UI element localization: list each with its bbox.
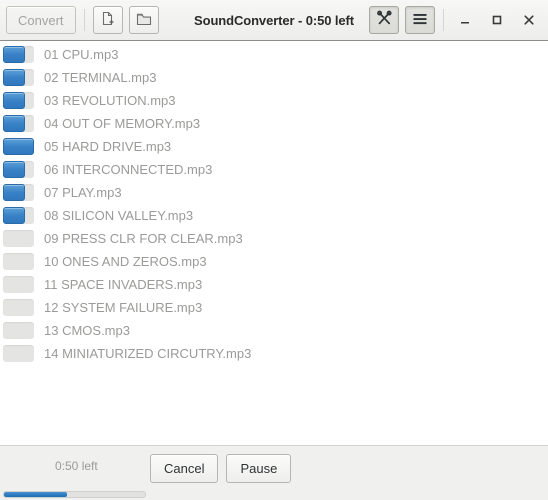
add-file-button[interactable] xyxy=(92,6,123,34)
table-row[interactable]: 12 SYSTEM FAILURE.mp3 xyxy=(0,296,548,319)
cancel-button[interactable]: Cancel xyxy=(150,454,219,483)
main-menu-button[interactable] xyxy=(405,6,435,34)
row-progress-trough xyxy=(3,253,34,270)
file-name-label: 12 SYSTEM FAILURE.mp3 xyxy=(44,300,203,315)
close-icon xyxy=(522,13,536,27)
row-progress-bar xyxy=(3,115,34,132)
row-progress-fill xyxy=(3,161,25,178)
row-progress-bar xyxy=(3,138,34,155)
table-row[interactable]: 14 MINIATURIZED CIRCUTRY.mp3 xyxy=(0,342,548,365)
maximize-button[interactable] xyxy=(484,7,510,33)
row-progress-bar xyxy=(3,345,34,362)
header-right-actions xyxy=(369,6,542,34)
file-name-label: 10 ONES AND ZEROS.mp3 xyxy=(44,254,207,269)
overall-progress-fill xyxy=(4,492,68,497)
row-progress-trough xyxy=(3,230,34,247)
table-row[interactable]: 08 SILICON VALLEY.mp3 xyxy=(0,204,548,227)
row-progress-fill xyxy=(3,207,25,224)
file-name-label: 11 SPACE INVADERS.mp3 xyxy=(44,277,203,292)
row-progress-trough xyxy=(3,299,34,316)
table-row[interactable]: 11 SPACE INVADERS.mp3 xyxy=(0,273,548,296)
file-name-label: 03 REVOLUTION.mp3 xyxy=(44,93,176,108)
row-progress-bar xyxy=(3,299,34,316)
row-progress-fill xyxy=(3,46,25,63)
overall-progress-area xyxy=(0,489,548,500)
status-bar: 0:50 left Cancel Pause xyxy=(0,445,548,489)
file-name-label: 05 HARD DRIVE.mp3 xyxy=(44,139,172,154)
row-progress-trough xyxy=(3,322,34,339)
row-progress-fill xyxy=(3,69,25,86)
file-name-label: 09 PRESS CLR FOR CLEAR.mp3 xyxy=(44,231,243,246)
maximize-icon xyxy=(490,13,504,27)
overall-progress-bar xyxy=(3,491,146,498)
close-button[interactable] xyxy=(516,7,542,33)
row-progress-bar xyxy=(3,276,34,293)
file-name-label: 13 CMOS.mp3 xyxy=(44,323,130,338)
soundconverter-window: Convert SoundConverter - 0:50 left 01 CP… xyxy=(0,0,548,500)
folder-icon xyxy=(135,10,153,30)
file-name-label: 07 PLAY.mp3 xyxy=(44,185,122,200)
minimize-button[interactable] xyxy=(452,7,478,33)
row-progress-bar xyxy=(3,253,34,270)
file-name-label: 06 INTERCONNECTED.mp3 xyxy=(44,162,213,177)
hamburger-menu-icon xyxy=(412,12,428,29)
row-progress-trough xyxy=(3,345,34,362)
document-plus-icon xyxy=(99,10,116,30)
row-progress-bar xyxy=(3,92,34,109)
eta-label: 0:50 left xyxy=(55,459,98,473)
row-progress-bar xyxy=(3,230,34,247)
table-row[interactable]: 05 HARD DRIVE.mp3 xyxy=(0,135,548,158)
table-row[interactable]: 04 OUT OF MEMORY.mp3 xyxy=(0,112,548,135)
row-progress-fill xyxy=(3,138,34,155)
file-list: 01 CPU.mp3 02 TERMINAL.mp3 03 REVOLUTION.m… xyxy=(0,41,548,365)
minimize-icon xyxy=(458,13,472,27)
toolbar-divider xyxy=(83,9,85,31)
file-name-label: 01 CPU.mp3 xyxy=(44,47,119,62)
row-progress-fill xyxy=(3,184,25,201)
add-folder-button[interactable] xyxy=(128,6,159,34)
row-progress-bar xyxy=(3,69,34,86)
table-row[interactable]: 13 CMOS.mp3 xyxy=(0,319,548,342)
row-progress-bar xyxy=(3,207,34,224)
row-progress-bar xyxy=(3,161,34,178)
row-progress-fill xyxy=(3,92,25,109)
preferences-button[interactable] xyxy=(369,6,399,34)
pause-button[interactable]: Pause xyxy=(226,454,292,483)
table-row[interactable]: 06 INTERCONNECTED.mp3 xyxy=(0,158,548,181)
window-controls-divider xyxy=(443,9,444,31)
file-name-label: 02 TERMINAL.mp3 xyxy=(44,70,157,85)
header-bar: Convert SoundConverter - 0:50 left xyxy=(0,0,548,41)
convert-button[interactable]: Convert xyxy=(6,6,76,34)
file-name-label: 14 MINIATURIZED CIRCUTRY.mp3 xyxy=(44,346,252,361)
row-progress-bar xyxy=(3,184,34,201)
row-progress-bar xyxy=(3,46,34,63)
row-progress-fill xyxy=(3,115,25,132)
file-list-area[interactable]: 01 CPU.mp3 02 TERMINAL.mp3 03 REVOLUTION.m… xyxy=(0,41,548,445)
table-row[interactable]: 10 ONES AND ZEROS.mp3 xyxy=(0,250,548,273)
table-row[interactable]: 07 PLAY.mp3 xyxy=(0,181,548,204)
file-name-label: 08 SILICON VALLEY.mp3 xyxy=(44,208,194,223)
row-progress-trough xyxy=(3,276,34,293)
file-name-label: 04 OUT OF MEMORY.mp3 xyxy=(44,116,201,131)
table-row[interactable]: 03 REVOLUTION.mp3 xyxy=(0,89,548,112)
tools-icon xyxy=(376,10,393,30)
table-row[interactable]: 01 CPU.mp3 xyxy=(0,43,548,66)
header-left-actions: Convert xyxy=(6,6,159,34)
table-row[interactable]: 02 TERMINAL.mp3 xyxy=(0,66,548,89)
status-actions: Cancel Pause xyxy=(150,454,292,483)
row-progress-bar xyxy=(3,322,34,339)
table-row[interactable]: 09 PRESS CLR FOR CLEAR.mp3 xyxy=(0,227,548,250)
